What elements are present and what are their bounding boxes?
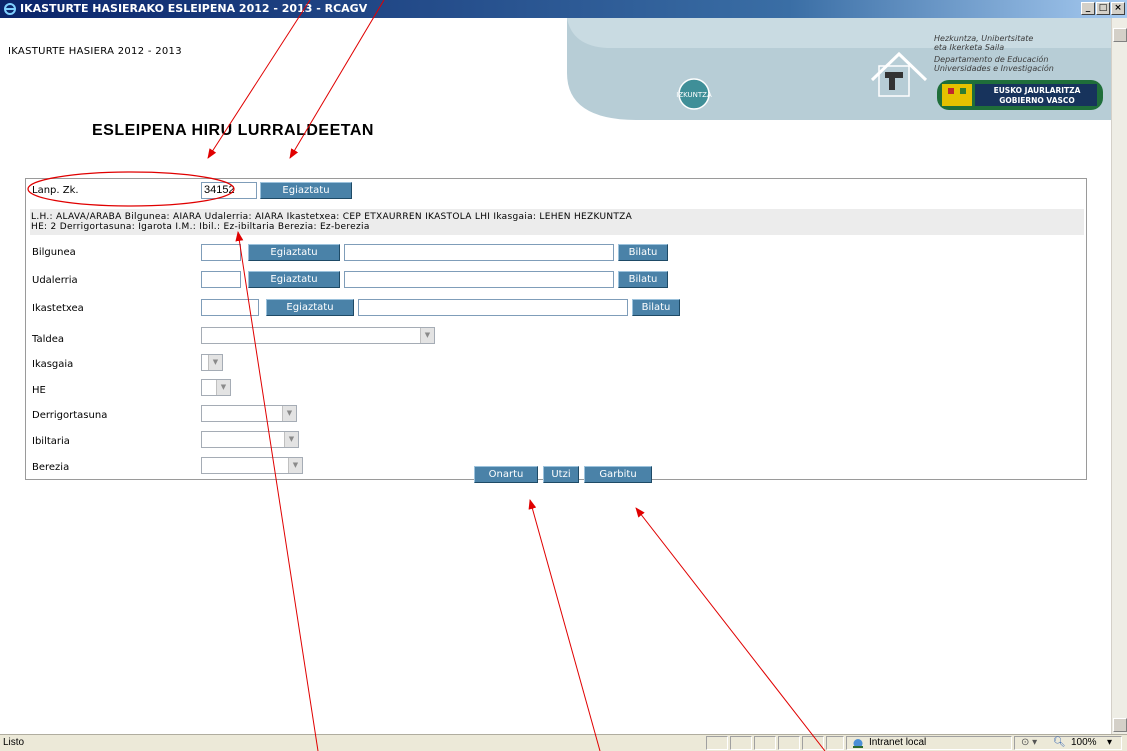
zoom-level[interactable]: 100% xyxy=(1071,737,1097,748)
bilgunea-search-button[interactable]: Bilatu xyxy=(618,244,668,261)
info-line-1: L.H.: ALAVA/ARABA Bilgunea: AIARA Udaler… xyxy=(31,212,633,222)
window-titlebar: IKASTURTE HASIERAKO ESLEIPENA 2012 - 201… xyxy=(0,0,1127,18)
protected-mode-icon[interactable]: ⊙ ▾ xyxy=(1021,737,1037,748)
udalerria-name-input[interactable] xyxy=(344,271,614,288)
scroll-down-arrow-icon[interactable] xyxy=(1113,718,1127,732)
page-heading: ESLEIPENA HIRU LURRALDEETAN xyxy=(92,122,374,139)
chevron-down-icon[interactable]: ▼ xyxy=(288,458,302,473)
ikasgaia-select[interactable]: ▼ xyxy=(201,354,223,371)
zone-pane: Intranet local xyxy=(846,736,1012,750)
status-pane xyxy=(826,736,844,750)
bilgunea-verify-button[interactable]: Egiaztatu xyxy=(248,244,340,261)
maximize-button[interactable]: □ xyxy=(1096,2,1110,15)
status-pane xyxy=(754,736,776,750)
derrigortasuna-label: Derrigortasuna xyxy=(32,410,108,421)
svg-text:GOBIERNO VASCO: GOBIERNO VASCO xyxy=(999,96,1075,105)
he-label: HE xyxy=(32,385,46,396)
berezia-select[interactable]: ▼ xyxy=(201,457,303,474)
status-text: Listo xyxy=(3,737,25,748)
status-pane xyxy=(706,736,728,750)
svg-text:Departamento de Educación: Departamento de Educación xyxy=(934,54,1048,64)
svg-text:IZKUNTZA: IZKUNTZA xyxy=(676,91,712,99)
accept-button[interactable]: Onartu xyxy=(474,466,538,483)
ikastetxea-name-input[interactable] xyxy=(358,299,628,316)
department-banner: IZKUNTZA Hezkuntza, Unibertsitate eta Ik… xyxy=(567,18,1111,120)
chevron-down-icon[interactable]: ▼ xyxy=(208,355,222,370)
udalerria-code-input[interactable] xyxy=(201,271,241,288)
employee-info-panel: L.H.: ALAVA/ARABA Bilgunea: AIARA Udaler… xyxy=(30,209,1084,235)
ikastetxea-verify-button[interactable]: Egiaztatu xyxy=(266,299,354,316)
chevron-down-icon[interactable]: ▼ xyxy=(420,328,434,343)
udalerria-verify-button[interactable]: Egiaztatu xyxy=(248,271,340,288)
chevron-down-icon[interactable]: ▼ xyxy=(216,380,230,395)
info-line-2: HE: 2 Derrigortasuna: Igarota I.M.: Ibil… xyxy=(31,222,370,232)
bilgunea-name-input[interactable] xyxy=(344,244,614,261)
internet-explorer-icon xyxy=(4,3,16,15)
ikastetxea-search-button[interactable]: Bilatu xyxy=(632,299,680,316)
berezia-label: Berezia xyxy=(32,462,70,473)
zoom-dropdown-icon[interactable]: ▾ xyxy=(1107,737,1112,748)
udalerria-label: Udalerria xyxy=(32,275,78,286)
ikastetxea-code-input[interactable] xyxy=(201,299,259,316)
chevron-down-icon[interactable]: ▼ xyxy=(284,432,298,447)
svg-text:Hezkuntza, Unibertsitate: Hezkuntza, Unibertsitate xyxy=(934,34,1033,43)
status-pane xyxy=(730,736,752,750)
zoom-icon[interactable]: 🔍︎ xyxy=(1053,737,1066,748)
he-select[interactable]: ▼ xyxy=(201,379,231,396)
derrigortasuna-select[interactable]: ▼ xyxy=(201,405,297,422)
taldea-label: Taldea xyxy=(32,334,64,345)
assignment-form: Lanp. Zk. 34152 Egiaztatu L.H.: ALAVA/AR… xyxy=(25,178,1087,483)
ibiltaria-select[interactable]: ▼ xyxy=(201,431,299,448)
zone-text: Intranet local xyxy=(869,737,927,748)
udalerria-search-button[interactable]: Bilatu xyxy=(618,271,668,288)
bilgunea-code-input[interactable] xyxy=(201,244,241,261)
minimize-button[interactable]: _ xyxy=(1081,2,1095,15)
annotation-arrow xyxy=(528,499,601,751)
cancel-button[interactable]: Utzi xyxy=(543,466,579,483)
lanp-input[interactable]: 34152 xyxy=(201,182,257,199)
status-pane xyxy=(802,736,824,750)
eusko-jaurlaritza-logo: EUSKO JAURLARITZA GOBIERNO VASCO xyxy=(937,80,1103,110)
intranet-zone-icon xyxy=(853,739,863,748)
lanp-verify-button[interactable]: Egiaztatu xyxy=(260,182,352,199)
status-pane xyxy=(778,736,800,750)
status-bar: Listo Intranet local ⊙ ▾ 🔍︎ 100% ▾ xyxy=(0,734,1127,751)
ikastetxea-label: Ikastetxea xyxy=(32,303,84,314)
page-subtitle: IKASTURTE HASIERA 2012 - 2013 xyxy=(8,46,182,57)
annotation-arrow xyxy=(635,507,826,751)
taldea-select[interactable]: ▼ xyxy=(201,327,435,344)
clear-button[interactable]: Garbitu xyxy=(584,466,652,483)
svg-text:eta Ikerketa Saila: eta Ikerketa Saila xyxy=(934,43,1004,52)
vertical-scrollbar[interactable] xyxy=(1111,18,1127,734)
svg-text:EUSKO JAURLARITZA: EUSKO JAURLARITZA xyxy=(994,86,1081,95)
lanp-label: Lanp. Zk. xyxy=(32,185,79,196)
bilgunea-label: Bilgunea xyxy=(32,247,76,258)
chevron-down-icon[interactable]: ▼ xyxy=(282,406,296,421)
ibiltaria-label: Ibiltaria xyxy=(32,436,70,447)
zoom-pane[interactable]: ⊙ ▾ 🔍︎ 100% ▾ xyxy=(1014,736,1122,750)
close-button[interactable]: × xyxy=(1111,2,1125,15)
svg-text:Universidades e Investigación: Universidades e Investigación xyxy=(934,63,1054,73)
ikasgaia-label: Ikasgaia xyxy=(32,359,74,370)
scroll-up-arrow-icon[interactable] xyxy=(1113,28,1127,42)
window-title: IKASTURTE HASIERAKO ESLEIPENA 2012 - 201… xyxy=(20,2,368,15)
